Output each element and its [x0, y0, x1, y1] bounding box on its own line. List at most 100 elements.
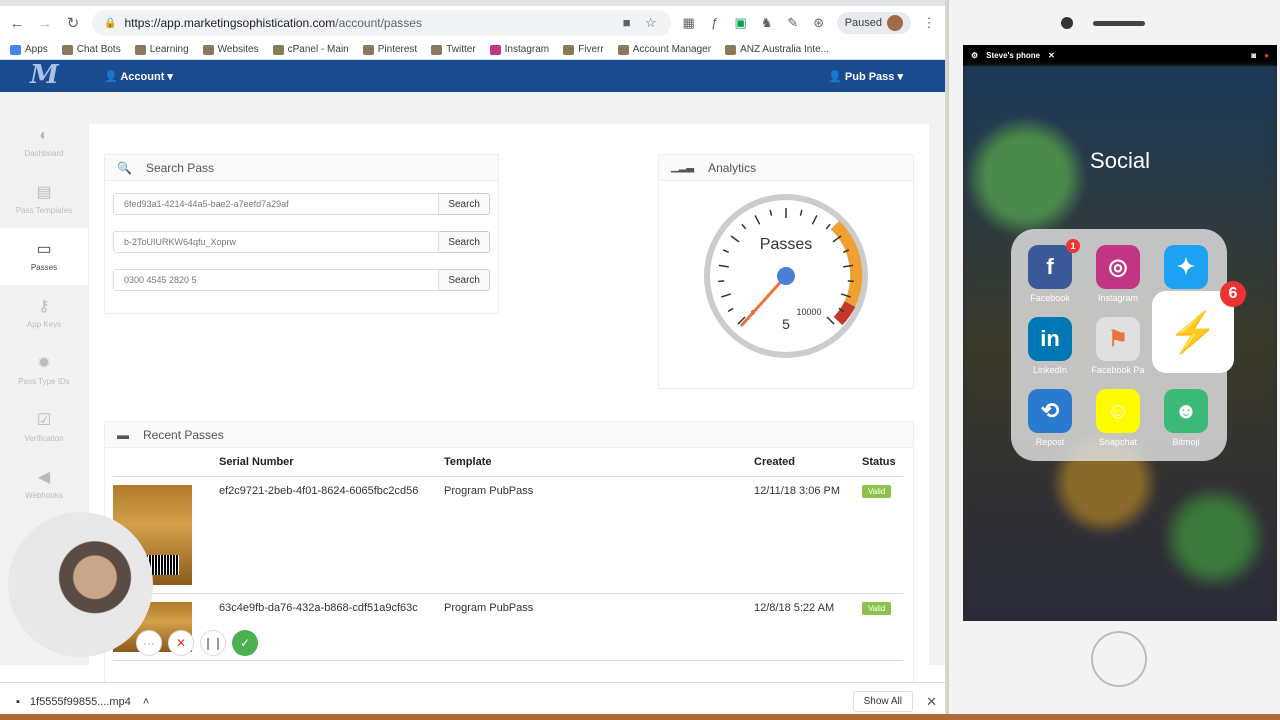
- unicorn-icon[interactable]: ♞: [759, 15, 775, 31]
- star-icon[interactable]: ☆: [643, 15, 659, 31]
- bookmark-item[interactable]: Twitter: [431, 44, 476, 55]
- created-cell: 12/8/18 5:22 AM: [754, 593, 862, 661]
- bookmark-label: Instagram: [504, 44, 550, 55]
- download-filename[interactable]: 1f5555f99855....mp4: [30, 696, 131, 708]
- url-host: https://app.marketingsophistication.com: [124, 16, 336, 30]
- record-icon[interactable]: ●: [1264, 51, 1269, 60]
- gear-icon: ✹: [37, 355, 51, 372]
- home-button[interactable]: [1091, 631, 1147, 687]
- app-repost[interactable]: ⟲ Repost: [1020, 389, 1080, 447]
- sidebar-item-label: Pass Type IDs: [18, 377, 70, 386]
- sheets-icon[interactable]: ▣: [733, 15, 749, 31]
- dropper-icon[interactable]: ✎: [785, 15, 801, 31]
- app-label: Snapchat: [1098, 437, 1138, 447]
- status-badge: Valid: [862, 602, 892, 615]
- close-download-icon[interactable]: ✕: [926, 694, 937, 710]
- social-folder: fFacebook1◎Instagram✦TwitterinLinkedIn⚑F…: [1011, 229, 1246, 461]
- bookmark-label: Chat Bots: [76, 44, 121, 55]
- search-pass-header: 🔍 Search Pass: [105, 155, 498, 181]
- sidebar-item-verification[interactable]: ☑ Verification: [0, 399, 88, 456]
- bookmark-item[interactable]: Websites: [202, 44, 259, 55]
- bookmark-item[interactable]: Apps: [10, 44, 48, 55]
- serial-header: Serial Number: [219, 448, 444, 477]
- gear-icon[interactable]: ⚙: [971, 51, 978, 60]
- search-input[interactable]: b-2ToUIURKW64qfu_Xoprw: [113, 231, 440, 253]
- close-icon[interactable]: ✕: [1048, 51, 1055, 60]
- table-row[interactable]: ef2c9721-2beb-4f01-8624-6065fbc2cd56 Pro…: [113, 476, 903, 594]
- search-button[interactable]: Search: [439, 193, 490, 215]
- url-field[interactable]: 🔒 https://app.marketingsophistication.co…: [92, 10, 671, 36]
- top-navbar: M 👤 Account ▾ 👤 Pub Pass ▾: [0, 60, 945, 92]
- search-input[interactable]: 0300 4545 2820 5: [113, 269, 440, 291]
- profile-paused-button[interactable]: Paused: [836, 12, 911, 34]
- show-all-button[interactable]: Show All: [852, 691, 913, 712]
- camera-icon[interactable]: ◙: [1251, 51, 1256, 60]
- sidebar-item-pass-type-ids[interactable]: ✹ Pass Type IDs: [0, 342, 88, 399]
- bookmark-item[interactable]: Pinterest: [362, 44, 417, 55]
- serial-cell[interactable]: ef2c9721-2beb-4f01-8624-6065fbc2cd56: [219, 476, 444, 594]
- pubpass-label: Pub Pass ▾: [844, 70, 903, 83]
- formula-icon[interactable]: ƒ: [707, 15, 723, 31]
- extension-icon[interactable]: ▦: [681, 15, 697, 31]
- bookmark-item[interactable]: Fiverr: [563, 44, 604, 55]
- app-linkedin[interactable]: in LinkedIn: [1020, 317, 1080, 375]
- close-icon[interactable]: ✕: [168, 630, 194, 656]
- app-instagram[interactable]: ◎ Instagram: [1088, 245, 1148, 303]
- bookmark-label: Twitter: [446, 44, 476, 55]
- app-snapchat[interactable]: ☺ Snapchat: [1088, 389, 1148, 447]
- camera-blocked-icon[interactable]: ■: [619, 15, 635, 31]
- search-row: 6fed93a1-4214-44a5-bae2-a7eefd7a29af Sear…: [113, 193, 490, 215]
- sidebar-item-passes[interactable]: ▭ Passes: [0, 228, 88, 285]
- pause-icon[interactable]: ❙❙: [200, 630, 226, 656]
- bookmark-item[interactable]: Account Manager: [617, 44, 712, 55]
- reload-icon[interactable]: ↻: [64, 14, 82, 32]
- sidebar-item-app-keys[interactable]: ⚷ App Keys: [0, 285, 88, 342]
- megaphone-icon: ◀: [37, 469, 51, 486]
- check-icon: ☑: [36, 412, 52, 429]
- search-button[interactable]: Search: [439, 269, 490, 291]
- thumb-header: [113, 448, 219, 477]
- bookmark-label: Account Manager: [632, 44, 712, 55]
- chevron-up-icon[interactable]: ˄: [143, 696, 149, 708]
- chrome-sync-icon[interactable]: ⊛: [811, 15, 827, 31]
- browser-window: ← → ↻ 🔒 https://app.marketingsophisticat…: [0, 0, 945, 720]
- account-menu[interactable]: 👤 Account ▾: [104, 70, 173, 83]
- site-logo[interactable]: M: [30, 62, 70, 88]
- menu-icon[interactable]: ⋮: [921, 15, 937, 31]
- search-button[interactable]: Search: [439, 231, 490, 253]
- app-messenger[interactable]: ⚡ 6: [1152, 281, 1246, 377]
- app-bitmoji[interactable]: ☻ Bitmoji: [1156, 389, 1216, 447]
- sidebar-item-webhooks[interactable]: ◀ Webhooks: [0, 456, 88, 513]
- desktop-taskbar: [0, 714, 1280, 720]
- more-icon[interactable]: ···: [136, 630, 162, 656]
- linkedin-icon: in: [1028, 317, 1072, 361]
- gauge-label: Passes: [760, 236, 812, 253]
- search-input[interactable]: 6fed93a1-4214-44a5-bae2-a7eefd7a29af: [113, 193, 440, 215]
- forward-icon[interactable]: →: [36, 15, 54, 32]
- pubpass-menu[interactable]: 👤 Pub Pass ▾: [828, 70, 903, 83]
- app-facebook-pa[interactable]: ⚑ Facebook Pa: [1088, 317, 1148, 375]
- bookmark-icon: [489, 44, 501, 55]
- bookmark-item[interactable]: Chat Bots: [61, 44, 121, 55]
- bookmark-item[interactable]: ANZ Australia Inte...: [725, 44, 829, 55]
- file-icon: ▤: [36, 184, 52, 201]
- bookmark-item[interactable]: Instagram: [489, 44, 550, 55]
- phone-mirror: ⚙ Steve's phone ✕ ◙ ● Social f Facebook 1 ◎…: [948, 0, 1280, 720]
- bookmark-item[interactable]: cPanel - Main: [272, 44, 349, 55]
- app-label: Facebook: [1030, 293, 1070, 303]
- instagram-icon: ◎: [1096, 245, 1140, 289]
- sidebar-item-label: Passes: [30, 263, 58, 272]
- search-pass-title: Search Pass: [145, 160, 214, 175]
- app-facebook[interactable]: f Facebook 1: [1020, 239, 1080, 303]
- bookmark-icon: [617, 44, 629, 55]
- sidebar-item-dashboard[interactable]: ◐ Dashboard: [0, 114, 88, 171]
- back-icon[interactable]: ←: [8, 15, 26, 32]
- app-label: LinkedIn: [1032, 365, 1068, 375]
- sidebar-item-pass-templates[interactable]: ▤ Pass Templates: [0, 171, 88, 228]
- bookmark-icon: [202, 44, 214, 55]
- created-header: Created: [754, 448, 862, 477]
- bookmark-item[interactable]: Learning: [134, 44, 189, 55]
- search-icon: 🔍: [117, 160, 132, 175]
- check-icon[interactable]: ✓: [232, 630, 258, 656]
- key-icon: ⚷: [38, 298, 50, 315]
